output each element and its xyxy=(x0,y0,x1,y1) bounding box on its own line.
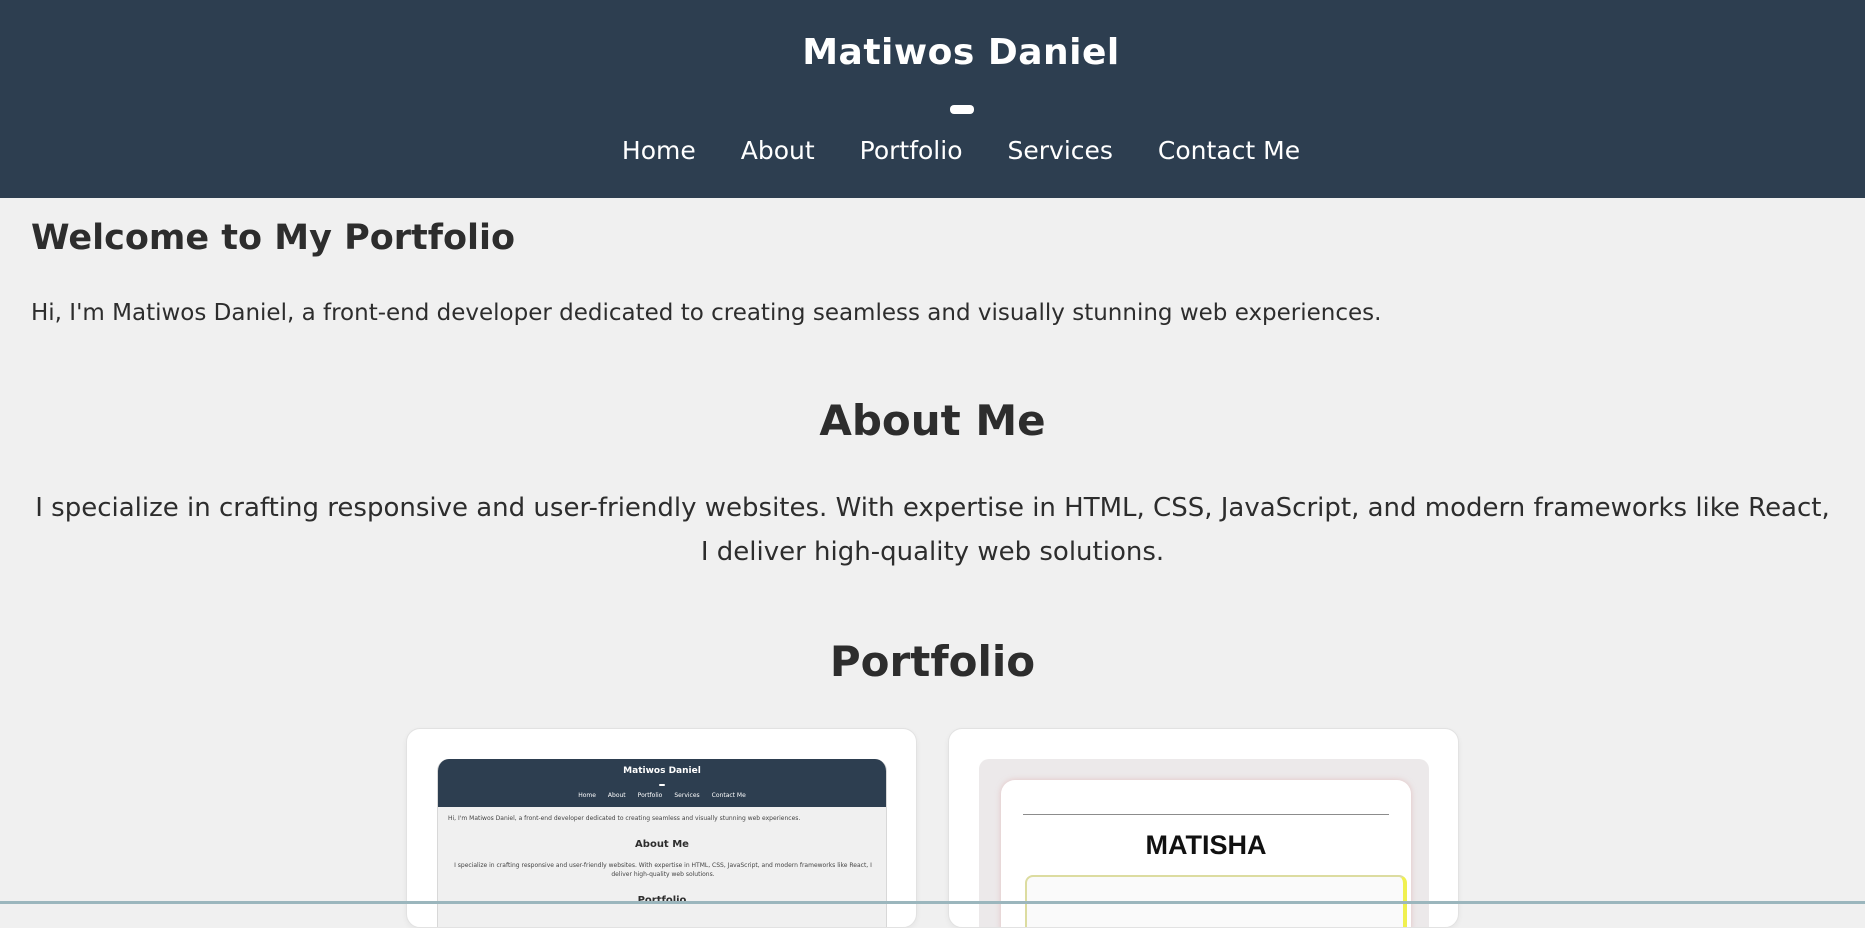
thumbnail-menu-icon xyxy=(659,784,665,786)
thumbnail-panel: MATISHA xyxy=(1001,780,1411,927)
thumbnail-nav: Home About Portfolio Services Contact Me xyxy=(438,792,886,799)
thumbnail-divider xyxy=(1023,814,1389,815)
thumbnail-intro: Hi, I'm Matiwos Daniel, a front-end deve… xyxy=(448,815,801,822)
thumbnail-nav-item: Services xyxy=(674,792,700,799)
welcome-heading: Welcome to My Portfolio xyxy=(31,218,516,258)
thumbnail-nav-item: Home xyxy=(578,792,596,799)
thumbnail-nav-item: About xyxy=(607,792,626,799)
thumbnail-brand: MATISHA xyxy=(1145,830,1267,860)
thumbnail-title: Matiwos Daniel xyxy=(623,766,701,776)
thumbnail-nav-item: Contact Me xyxy=(711,792,746,799)
portfolio-card[interactable]: MATISHA xyxy=(948,728,1459,928)
nav-about-link[interactable]: About xyxy=(741,134,815,168)
nav-portfolio-link[interactable]: Portfolio xyxy=(860,134,963,168)
about-text: I specialize in crafting responsive and … xyxy=(35,493,1830,567)
thumbnail-header: Matiwos Daniel Home About Portfolio Serv… xyxy=(438,759,886,807)
thumbnail-nav-item: Portfolio xyxy=(637,792,663,799)
portfolio-card[interactable]: Matiwos Daniel Home About Portfolio Serv… xyxy=(406,728,917,928)
welcome-text: Hi, I'm Matiwos Daniel, a front-end deve… xyxy=(31,300,1382,326)
about-heading: About Me xyxy=(819,396,1046,445)
thumbnail-about-text: I specialize in crafting responsive and … xyxy=(454,862,872,878)
nav-home-link[interactable]: Home xyxy=(622,134,696,168)
thumbnail-about-heading: About Me xyxy=(635,839,689,850)
nav-services-link[interactable]: Services xyxy=(1008,134,1113,168)
site-title: Matiwos Daniel xyxy=(802,32,1120,73)
site-header: Matiwos Daniel Home About Portfolio Serv… xyxy=(0,0,1865,198)
nav-contact-link[interactable]: Contact Me xyxy=(1158,134,1300,168)
menu-toggle-icon[interactable] xyxy=(950,105,974,114)
main-nav: Home About Portfolio Services Contact Me xyxy=(0,134,1865,168)
portfolio-heading: Portfolio xyxy=(829,637,1036,686)
